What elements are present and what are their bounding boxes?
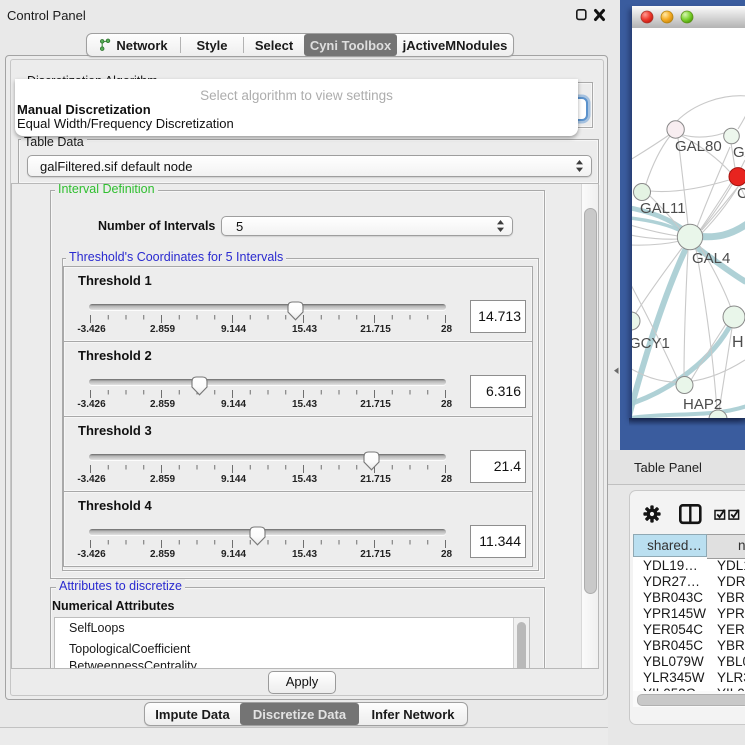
svg-text:GAL80: GAL80 — [675, 138, 722, 155]
svg-text:H: H — [732, 334, 744, 351]
svg-text:GAL4: GAL4 — [692, 250, 730, 267]
svg-text:GCY1: GCY1 — [632, 335, 670, 352]
svg-text:GAL11: GAL11 — [640, 200, 686, 217]
svg-text:HAP2: HAP2 — [683, 396, 722, 413]
svg-text:GA: GA — [733, 144, 745, 161]
svg-text:C: C — [737, 185, 745, 202]
